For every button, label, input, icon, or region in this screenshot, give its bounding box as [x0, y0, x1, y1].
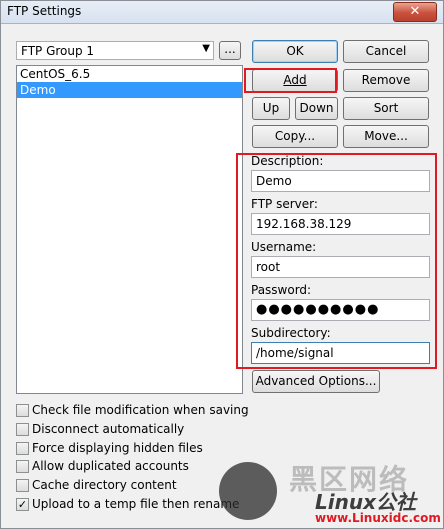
option-label: Disconnect automatically: [32, 422, 185, 436]
group-options-button[interactable]: ...: [219, 41, 241, 60]
option-label: Cache directory content: [32, 478, 177, 492]
ftp-server-label: FTP server:: [251, 197, 318, 211]
window-title: FTP Settings: [7, 4, 82, 18]
list-item[interactable]: CentOS_6.5: [17, 66, 242, 82]
ftp-group-value: FTP Group 1: [21, 44, 95, 58]
ftp-group-select[interactable]: FTP Group 1 ▼: [16, 41, 214, 60]
checkbox[interactable]: [16, 460, 29, 473]
checkbox[interactable]: [16, 423, 29, 436]
option-label: Force displaying hidden files: [32, 441, 203, 455]
password-label: Password:: [251, 283, 312, 297]
ok-button[interactable]: OK: [252, 40, 338, 63]
description-label: Description:: [251, 154, 324, 168]
cancel-button[interactable]: Cancel: [343, 40, 429, 63]
account-list[interactable]: CentOS_6.5 Demo: [16, 65, 243, 394]
username-field[interactable]: root: [251, 256, 430, 278]
advanced-options-button[interactable]: Advanced Options...: [252, 370, 380, 393]
checkbox[interactable]: [16, 404, 29, 417]
copy-button[interactable]: Copy...: [252, 125, 338, 148]
option-label: Check file modification when saving: [32, 403, 249, 417]
remove-button[interactable]: Remove: [343, 69, 429, 92]
sort-button[interactable]: Sort: [343, 97, 429, 120]
subdirectory-field[interactable]: /home/signal: [251, 342, 430, 364]
ftp-server-field[interactable]: 192.168.38.129: [251, 213, 430, 235]
move-button[interactable]: Move...: [343, 125, 429, 148]
linux-penguin-logo-icon: [219, 462, 277, 520]
up-button[interactable]: Up: [252, 97, 290, 120]
checkbox[interactable]: [16, 479, 29, 492]
chevron-down-icon: ▼: [202, 43, 210, 54]
close-button[interactable]: ✕: [393, 2, 437, 22]
list-item[interactable]: Demo: [17, 82, 242, 98]
subdirectory-label: Subdirectory:: [251, 326, 331, 340]
ftp-settings-dialog: FTP Settings ✕ FTP Group 1 ▼ ... CentOS_…: [0, 0, 444, 529]
watermark: 黑区网络 Linux公社 www.Linuxidc.com: [219, 456, 444, 529]
title-bar: FTP Settings ✕: [1, 1, 443, 24]
add-highlight-box: [244, 68, 337, 93]
down-button[interactable]: Down: [295, 97, 338, 120]
option-label: Allow duplicated accounts: [32, 459, 189, 473]
username-label: Username:: [251, 240, 317, 254]
checkbox[interactable]: [16, 442, 29, 455]
description-field[interactable]: Demo: [251, 170, 430, 192]
watermark-url: www.Linuxidc.com: [315, 511, 441, 525]
option-label: Upload to a temp file then rename: [32, 497, 240, 511]
password-field[interactable]: ●●●●●●●●●●: [251, 299, 430, 321]
checkbox-checked[interactable]: ✓: [16, 498, 29, 511]
